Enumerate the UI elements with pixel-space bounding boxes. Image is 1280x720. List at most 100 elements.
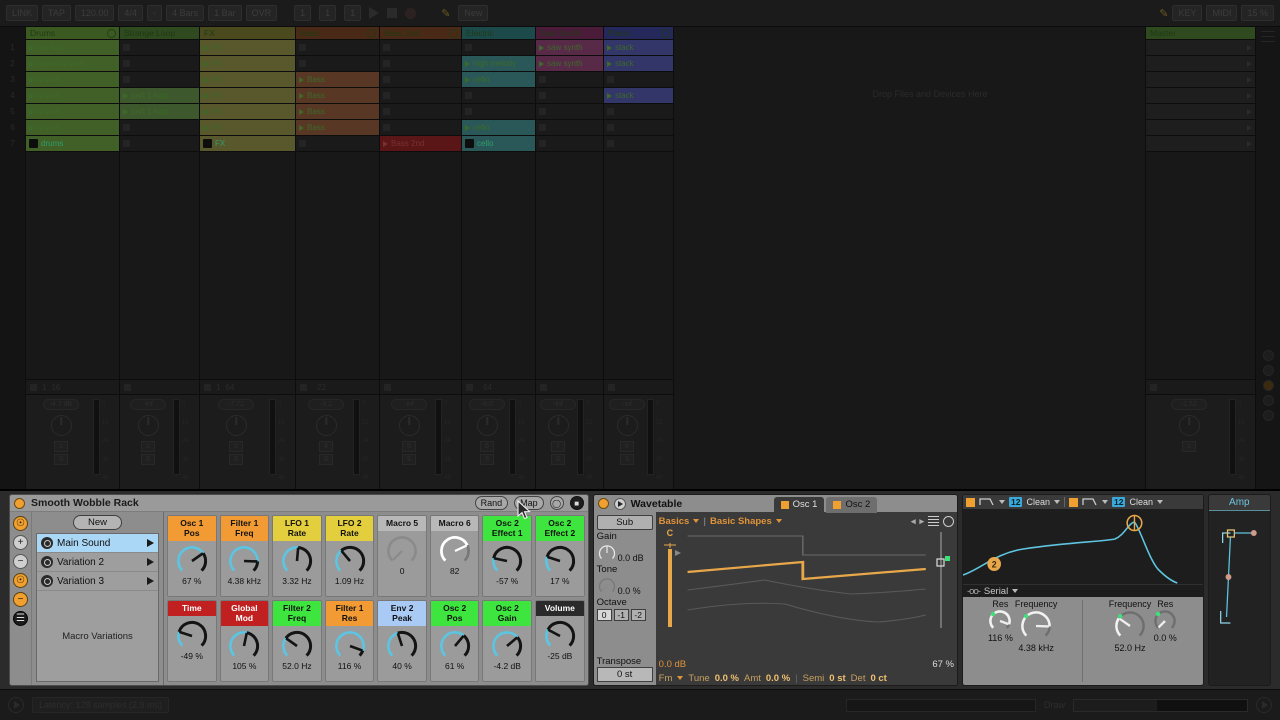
macro-control[interactable]: Osc 1 Pos 67 % xyxy=(167,515,217,597)
play-clip-icon[interactable] xyxy=(203,124,208,131)
track-number-button[interactable]: 5 xyxy=(402,441,416,452)
clip-slot[interactable]: drums xyxy=(26,88,119,104)
add-variation-icon[interactable]: + xyxy=(13,535,28,550)
clip-slot[interactable]: part 1 loop xyxy=(120,88,199,104)
draw-mode-icon[interactable]: ✎ xyxy=(441,7,450,20)
next-wavetable-icon[interactable]: ▸ xyxy=(919,516,924,527)
scene-number[interactable]: 2 xyxy=(0,56,25,72)
macro-knob[interactable] xyxy=(490,629,524,663)
scene-launch-slot[interactable] xyxy=(1146,40,1255,56)
filter-routing-mode[interactable]: Serial xyxy=(984,586,1008,597)
play-clip-icon[interactable] xyxy=(203,60,208,67)
track-empty-area[interactable] xyxy=(536,152,603,379)
macro-knob[interactable] xyxy=(385,629,419,663)
stop-clip-icon[interactable] xyxy=(383,76,390,83)
stop-all-icon[interactable] xyxy=(384,383,391,391)
clip-slot[interactable] xyxy=(604,120,673,136)
scene-launch-icon[interactable] xyxy=(1247,60,1252,67)
macro-variation-item[interactable]: Variation 3 xyxy=(37,572,158,591)
chevron-down-icon[interactable] xyxy=(999,500,1005,504)
scene-launch-icon[interactable] xyxy=(1247,92,1252,99)
snapshot-icon[interactable] xyxy=(41,537,53,549)
osc1-enable-icon[interactable] xyxy=(780,500,789,509)
play-clip-icon[interactable] xyxy=(203,76,208,83)
filter-knob-dial[interactable] xyxy=(988,609,1012,633)
macro-knob[interactable] xyxy=(543,619,577,653)
sub-toggle-button[interactable]: Sub xyxy=(596,515,653,530)
play-clip-icon[interactable] xyxy=(539,44,544,51)
session-track[interactable]: Electric high melody cello cello cello 64 -6.0… xyxy=(462,27,536,489)
clip-slot[interactable]: part 1 loop xyxy=(120,104,199,120)
master-scene-button[interactable]: 1 xyxy=(1182,441,1196,452)
metronome-button[interactable]: ◦ xyxy=(146,5,163,21)
osc-gain-slider[interactable]: C xyxy=(659,528,685,657)
stop-clip-icon[interactable] xyxy=(465,108,472,115)
macro-control[interactable]: Filter 1 Res 116 % xyxy=(324,600,375,682)
track-empty-area[interactable] xyxy=(604,152,673,379)
solo-mode-icon[interactable] xyxy=(1262,395,1274,406)
macro-knob[interactable] xyxy=(280,629,314,663)
clip-slot[interactable]: Bass xyxy=(296,104,379,120)
clip-slot[interactable]: FX xyxy=(200,88,295,104)
clip-slot[interactable]: cello xyxy=(462,72,535,88)
volume-value[interactable]: -inf xyxy=(130,399,166,410)
arrangement-position-beats[interactable]: 1 xyxy=(319,5,337,21)
clip-slot[interactable] xyxy=(604,72,673,88)
scene-launch-slot[interactable] xyxy=(1146,88,1255,104)
macro-knob[interactable] xyxy=(333,544,367,578)
waveform-view[interactable] xyxy=(685,528,928,657)
wavetable-name[interactable]: Basic Shapes xyxy=(710,516,772,527)
time-signature-field[interactable]: 4/4 xyxy=(118,5,143,21)
clip-slot[interactable] xyxy=(296,40,379,56)
macro-knob[interactable] xyxy=(385,534,419,568)
macro-knob[interactable] xyxy=(438,534,472,568)
play-clip-icon[interactable] xyxy=(539,60,544,67)
solo-button[interactable]: S xyxy=(480,454,494,465)
track-empty-area[interactable] xyxy=(380,152,461,379)
track-number-button[interactable]: 3 xyxy=(229,441,243,452)
scene-number[interactable]: 1 xyxy=(0,40,25,56)
track-header[interactable]: Piano xyxy=(604,27,673,40)
clip-slot[interactable] xyxy=(380,40,461,56)
clip-slot[interactable]: Bass xyxy=(296,120,379,136)
track-header[interactable]: Electric xyxy=(462,27,535,40)
play-clip-icon[interactable] xyxy=(203,139,212,148)
macro-knob[interactable] xyxy=(175,619,209,653)
play-clip-icon[interactable] xyxy=(29,60,34,67)
det-value[interactable]: 0 ct xyxy=(870,673,886,684)
sub-tone-knob[interactable] xyxy=(597,576,617,596)
pan-knob[interactable] xyxy=(315,415,337,436)
clip-slot[interactable]: cello xyxy=(462,120,535,136)
macro-knob[interactable] xyxy=(490,544,524,578)
filter2-shape-icon[interactable] xyxy=(1082,497,1098,507)
pan-knob[interactable] xyxy=(476,415,498,436)
octave-option-minus1[interactable]: -1 xyxy=(613,609,629,621)
play-clip-icon[interactable] xyxy=(29,92,34,99)
play-clip-icon[interactable] xyxy=(465,60,470,67)
chain-list-icon[interactable]: ☰ xyxy=(13,611,28,626)
variation-record-icon[interactable]: ◯ xyxy=(549,496,564,510)
loop-length-field[interactable]: 1 Bar xyxy=(208,5,242,21)
scene-number[interactable]: 4 xyxy=(0,88,25,104)
macro-control[interactable]: Env 2 Peak 40 % xyxy=(377,600,427,682)
new-clip-button[interactable]: New xyxy=(458,5,489,21)
stop-clip-icon[interactable] xyxy=(299,60,306,67)
clip-slot[interactable] xyxy=(536,88,603,104)
track-empty-area[interactable] xyxy=(462,152,535,379)
clip-slot[interactable] xyxy=(536,120,603,136)
stop-all-icon[interactable] xyxy=(608,383,615,391)
solo-button[interactable]: S xyxy=(319,454,333,465)
stop-clip-icon[interactable] xyxy=(465,44,472,51)
track-header[interactable]: Strange Loop xyxy=(120,27,199,40)
filter2-slope[interactable]: 12 xyxy=(1111,497,1126,507)
scene-number[interactable]: 3 xyxy=(0,72,25,88)
session-track[interactable]: Strange Loop part 1 loop part 1 loop -inf 2 S… xyxy=(120,27,200,489)
chevron-down-icon[interactable] xyxy=(1053,500,1060,504)
macro-knob[interactable] xyxy=(175,544,209,578)
overdub-button[interactable]: OVR xyxy=(245,5,278,21)
scene-number[interactable]: 7 xyxy=(0,136,25,152)
clip-slot[interactable]: hat loop xyxy=(26,40,119,56)
macro-knob[interactable] xyxy=(227,629,261,663)
solo-button[interactable]: S xyxy=(141,454,155,465)
amp-envelope-graph[interactable] xyxy=(1208,511,1271,685)
